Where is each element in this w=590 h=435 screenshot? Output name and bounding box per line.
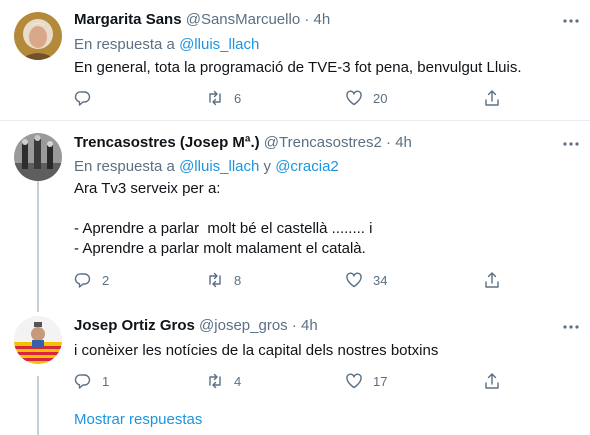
retweet-button[interactable]: 6 (206, 88, 241, 108)
thread-line (37, 302, 39, 312)
timestamp[interactable]: 4h (314, 11, 331, 28)
author-name[interactable]: Margarita Sans (74, 11, 182, 28)
like-button[interactable]: 20 (345, 88, 387, 108)
author-handle[interactable]: @SansMarcuello (186, 11, 300, 28)
avatar[interactable] (14, 133, 62, 181)
timestamp[interactable]: 4h (395, 134, 412, 151)
separator-dot: · (291, 317, 297, 334)
share-button[interactable] (483, 371, 501, 391)
mention-link[interactable]: @lluis_llach (179, 36, 259, 53)
reply-icon (74, 273, 91, 288)
tweet[interactable]: Trencasostres (Josep Mª.) @Trencasostres… (0, 121, 590, 302)
reply-icon (74, 374, 91, 389)
separator-dot: · (304, 11, 310, 28)
show-replies-link[interactable]: Mostrar respuestas (74, 410, 202, 430)
retweet-count: 6 (234, 90, 242, 106)
retweet-button[interactable]: 4 (206, 371, 241, 391)
share-icon (485, 90, 499, 106)
like-button[interactable]: 34 (345, 270, 387, 290)
more-options-icon[interactable] (562, 12, 580, 30)
reply-button[interactable]: 1 (74, 371, 109, 391)
timestamp[interactable]: 4h (301, 317, 318, 334)
share-button[interactable] (483, 270, 501, 290)
like-icon (346, 90, 362, 106)
like-icon (346, 373, 362, 389)
reply-prefix: En respuesta a (74, 158, 180, 175)
reply-count: 1 (102, 373, 110, 389)
retweet-button[interactable]: 8 (206, 270, 241, 290)
retweet-count: 4 (234, 373, 242, 389)
mention-link[interactable]: @cracia2 (275, 158, 339, 175)
author-handle[interactable]: @Trencasostres2 (264, 134, 382, 151)
like-icon (346, 272, 362, 288)
tweet-actions: 1 4 17 (74, 371, 504, 391)
reply-join: y (259, 158, 276, 175)
more-options-icon[interactable] (562, 318, 580, 336)
avatar[interactable] (14, 12, 62, 60)
like-button[interactable]: 17 (345, 371, 387, 391)
reply-button[interactable]: 2 (74, 270, 109, 290)
reply-icon (74, 91, 91, 106)
retweet-icon (209, 373, 221, 389)
author-name[interactable]: Josep Ortiz Gros (74, 317, 195, 334)
like-count: 20 (373, 90, 388, 106)
author-name[interactable]: Trencasostres (Josep Mª.) (74, 134, 260, 151)
more-options-icon[interactable] (562, 135, 580, 153)
tweet-text: Ara Tv3 serveix per a: - Aprendre a parl… (74, 180, 373, 257)
like-count: 34 (373, 272, 388, 288)
separator-dot: · (386, 134, 392, 151)
reply-context: En respuesta a @lluis_llach y @cracia2 (74, 157, 339, 177)
reply-context: En respuesta a @lluis_llach (74, 35, 259, 55)
reply-button[interactable] (74, 88, 102, 108)
like-count: 17 (373, 373, 388, 389)
thread-line (37, 181, 39, 302)
tweet-text: En general, tota la programació de TVE-3… (74, 59, 522, 76)
conversation-feed: Margarita Sans @SansMarcuello · 4h En re… (0, 0, 590, 435)
reply-prefix: En respuesta a (74, 36, 180, 53)
tweet-text: i conèixer les notícies de la capital de… (74, 342, 439, 359)
reply-count: 2 (102, 272, 110, 288)
share-icon (485, 373, 499, 389)
retweet-icon (209, 90, 221, 106)
tweet[interactable]: Margarita Sans @SansMarcuello · 4h En re… (0, 0, 590, 120)
author-handle[interactable]: @josep_gros (199, 317, 288, 334)
mention-link[interactable]: @lluis_llach (179, 158, 259, 175)
retweet-icon (209, 272, 221, 288)
tweet-actions: 6 20 (74, 88, 504, 108)
share-button[interactable] (483, 88, 501, 108)
retweet-count: 8 (234, 272, 242, 288)
thread-line (37, 376, 39, 435)
avatar[interactable] (14, 316, 62, 364)
tweet-actions: 2 8 34 (74, 270, 504, 290)
share-icon (485, 272, 499, 288)
